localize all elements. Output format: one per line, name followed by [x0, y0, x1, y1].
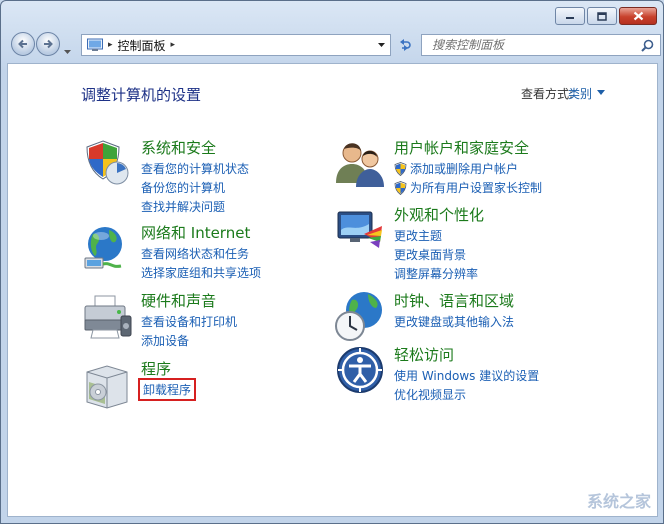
- watermark-logo: 系统之家: [586, 492, 651, 511]
- link-add-device[interactable]: 添加设备: [141, 331, 237, 350]
- link-backup-computer[interactable]: 备份您的计算机: [141, 178, 249, 197]
- uac-shield-icon: [394, 180, 407, 195]
- network-globe-icon: [84, 227, 122, 269]
- category-title-programs[interactable]: 程序: [141, 358, 171, 379]
- minimize-icon: [566, 17, 574, 19]
- address-dropdown-icon[interactable]: [377, 42, 386, 48]
- link-uninstall-program[interactable]: 卸载程序: [137, 378, 197, 401]
- link-desktop-background[interactable]: 更改桌面背景: [394, 245, 478, 264]
- address-separator[interactable]: ▸: [108, 40, 113, 50]
- category-title-appearance[interactable]: 外观和个性化: [394, 204, 484, 225]
- link-homegroup-sharing[interactable]: 选择家庭组和共享选项: [141, 263, 261, 282]
- link-keyboard-input[interactable]: 更改键盘或其他输入法: [394, 312, 514, 331]
- forward-button[interactable]: [36, 32, 60, 56]
- view-by-chevron-icon[interactable]: [597, 90, 605, 95]
- link-find-fix-problems[interactable]: 查找并解决问题: [141, 197, 249, 216]
- maximize-button[interactable]: [587, 7, 617, 25]
- link-screen-resolution[interactable]: 调整屏幕分辨率: [394, 264, 478, 283]
- recent-pages-dropdown[interactable]: [63, 40, 72, 59]
- address-separator-2[interactable]: ▸: [171, 40, 176, 50]
- content-pane: 调整计算机的设置 查看方式: 类别 系统和安全 查看您的计算机状态 备份您的计算…: [7, 63, 658, 517]
- security-shield-icon: [86, 140, 129, 185]
- category-links-ease: 使用 Windows 建议的设置 优化视频显示: [394, 366, 539, 404]
- search-box[interactable]: [421, 34, 661, 56]
- view-by-label: 查看方式:: [520, 87, 573, 101]
- close-icon: [633, 11, 643, 21]
- link-devices-printers[interactable]: 查看设备和打印机: [141, 312, 237, 331]
- link-parental-controls[interactable]: 为所有用户设置家长控制: [394, 178, 542, 197]
- view-by-dropdown[interactable]: 类别: [568, 85, 592, 102]
- breadcrumb-control-panel[interactable]: 控制面板: [118, 37, 166, 54]
- personalization-icon: [337, 211, 382, 248]
- category-links-users: 添加或删除用户帐户 为所有用户设置家长控制: [394, 159, 542, 197]
- link-network-status[interactable]: 查看网络状态和任务: [141, 244, 261, 263]
- link-add-remove-users-label: 添加或删除用户帐户: [410, 162, 519, 176]
- control-panel-window: ▸ 控制面板 ▸ 调整计算机的设置 查看方式: 类别: [0, 0, 664, 524]
- users-icon: [336, 143, 384, 187]
- ease-of-access-icon: [337, 347, 383, 393]
- category-links-appearance: 更改主题 更改桌面背景 调整屏幕分辨率: [394, 226, 478, 283]
- link-recommended-settings[interactable]: 使用 Windows 建议的设置: [394, 366, 539, 385]
- arrow-left-icon: [18, 39, 27, 49]
- category-title-network[interactable]: 网络和 Internet: [141, 222, 250, 243]
- minimize-button[interactable]: [555, 7, 585, 25]
- maximize-icon: [597, 11, 607, 21]
- category-title-users[interactable]: 用户帐户和家庭安全: [394, 137, 529, 158]
- category-title-system[interactable]: 系统和安全: [141, 137, 216, 158]
- back-button[interactable]: [11, 32, 35, 56]
- link-optimize-display[interactable]: 优化视频显示: [394, 385, 539, 404]
- category-title-hardware[interactable]: 硬件和声音: [141, 290, 216, 311]
- caption-buttons: [555, 7, 657, 25]
- search-icon[interactable]: [641, 39, 654, 52]
- control-panel-icon: [87, 38, 103, 51]
- category-links-programs: 卸载程序: [137, 378, 197, 401]
- category-links-clock: 更改键盘或其他输入法: [394, 312, 514, 331]
- link-view-computer-status[interactable]: 查看您的计算机状态: [141, 159, 249, 178]
- printer-icon: [84, 295, 132, 339]
- link-add-remove-users[interactable]: 添加或删除用户帐户: [394, 159, 542, 178]
- navigation-bar: ▸ 控制面板 ▸: [9, 31, 661, 59]
- category-title-ease[interactable]: 轻松访问: [394, 344, 454, 365]
- category-title-clock[interactable]: 时钟、语言和区域: [394, 290, 514, 311]
- link-row-uninstall: 卸载程序: [137, 378, 197, 401]
- category-links-system: 查看您的计算机状态 备份您的计算机 查找并解决问题: [141, 159, 249, 216]
- arrow-right-icon: [44, 39, 53, 49]
- category-links-network: 查看网络状态和任务 选择家庭组和共享选项: [141, 244, 261, 282]
- link-change-theme[interactable]: 更改主题: [394, 226, 478, 245]
- link-parental-controls-label: 为所有用户设置家长控制: [410, 181, 543, 195]
- page-title: 调整计算机的设置: [81, 86, 202, 104]
- close-button[interactable]: [619, 7, 657, 25]
- category-links-hardware: 查看设备和打印机 添加设备: [141, 312, 237, 350]
- programs-box-icon: [86, 365, 128, 409]
- clock-globe-icon: [335, 292, 382, 341]
- address-bar[interactable]: ▸ 控制面板 ▸: [81, 34, 391, 56]
- refresh-button[interactable]: [393, 34, 415, 56]
- search-input[interactable]: [430, 37, 641, 53]
- uac-shield-icon: [394, 161, 407, 176]
- chevron-down-icon: [64, 50, 71, 54]
- refresh-icon: [400, 39, 411, 51]
